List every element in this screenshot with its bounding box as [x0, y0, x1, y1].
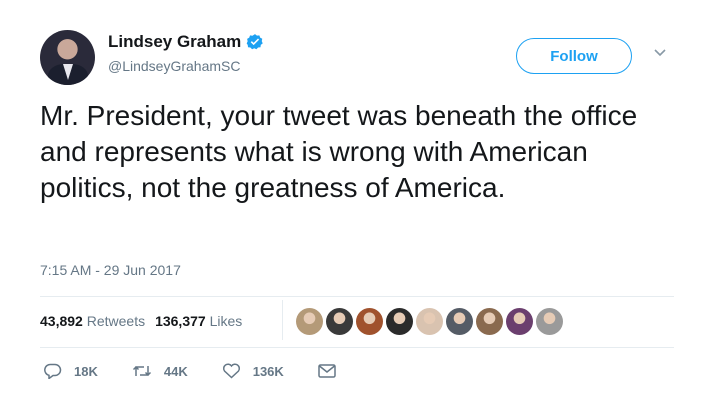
- follow-button[interactable]: Follow: [516, 38, 632, 74]
- direct-message-action[interactable]: [318, 364, 336, 378]
- like-action[interactable]: 136K: [222, 363, 284, 379]
- stats-separator: [282, 300, 283, 340]
- retweets-count: 43,892: [40, 313, 83, 329]
- likers-list: [296, 308, 563, 335]
- likes-label: Likes: [209, 313, 243, 329]
- tweet-text: Mr. President, your tweet was beneath th…: [40, 100, 638, 203]
- person-avatar[interactable]: [506, 308, 533, 335]
- profile-name-row[interactable]: Lindsey Graham: [108, 32, 264, 52]
- person-avatar[interactable]: [476, 308, 503, 335]
- tweet-stats: 43,892 Retweets 136,377 Likes: [40, 313, 242, 329]
- tweet-actions: 18K 44K 136K: [44, 363, 370, 379]
- person-avatar[interactable]: [326, 308, 353, 335]
- profile-name[interactable]: Lindsey Graham: [108, 32, 241, 52]
- reply-action[interactable]: 18K: [44, 363, 98, 379]
- like-count: 136K: [252, 363, 284, 379]
- divider: [40, 296, 674, 297]
- reply-icon: [44, 363, 62, 379]
- person-avatar[interactable]: [356, 308, 383, 335]
- profile-avatar[interactable]: [40, 30, 95, 85]
- chevron-down-icon[interactable]: [653, 48, 667, 58]
- profile-handle[interactable]: @LindseyGrahamSC: [108, 58, 241, 74]
- person-avatar[interactable]: [446, 308, 473, 335]
- envelope-icon: [318, 364, 336, 378]
- likes-count: 136,377: [155, 313, 206, 329]
- person-avatar[interactable]: [536, 308, 563, 335]
- verified-badge-icon: [246, 34, 263, 50]
- likes-stat[interactable]: 136,377 Likes: [155, 313, 242, 329]
- divider: [40, 347, 674, 348]
- heart-icon: [222, 363, 240, 379]
- retweets-stat[interactable]: 43,892 Retweets: [40, 313, 145, 329]
- retweet-count: 44K: [163, 363, 188, 379]
- dog-avatar[interactable]: [296, 308, 323, 335]
- reply-count: 18K: [74, 363, 98, 379]
- tweet-timestamp[interactable]: 7:15 AM - 29 Jun 2017: [40, 262, 181, 278]
- retweet-action[interactable]: 44K: [132, 363, 188, 379]
- person-avatar[interactable]: [386, 308, 413, 335]
- retweets-label: Retweets: [86, 313, 146, 329]
- person-avatar[interactable]: [416, 308, 443, 335]
- retweet-icon: [132, 365, 151, 377]
